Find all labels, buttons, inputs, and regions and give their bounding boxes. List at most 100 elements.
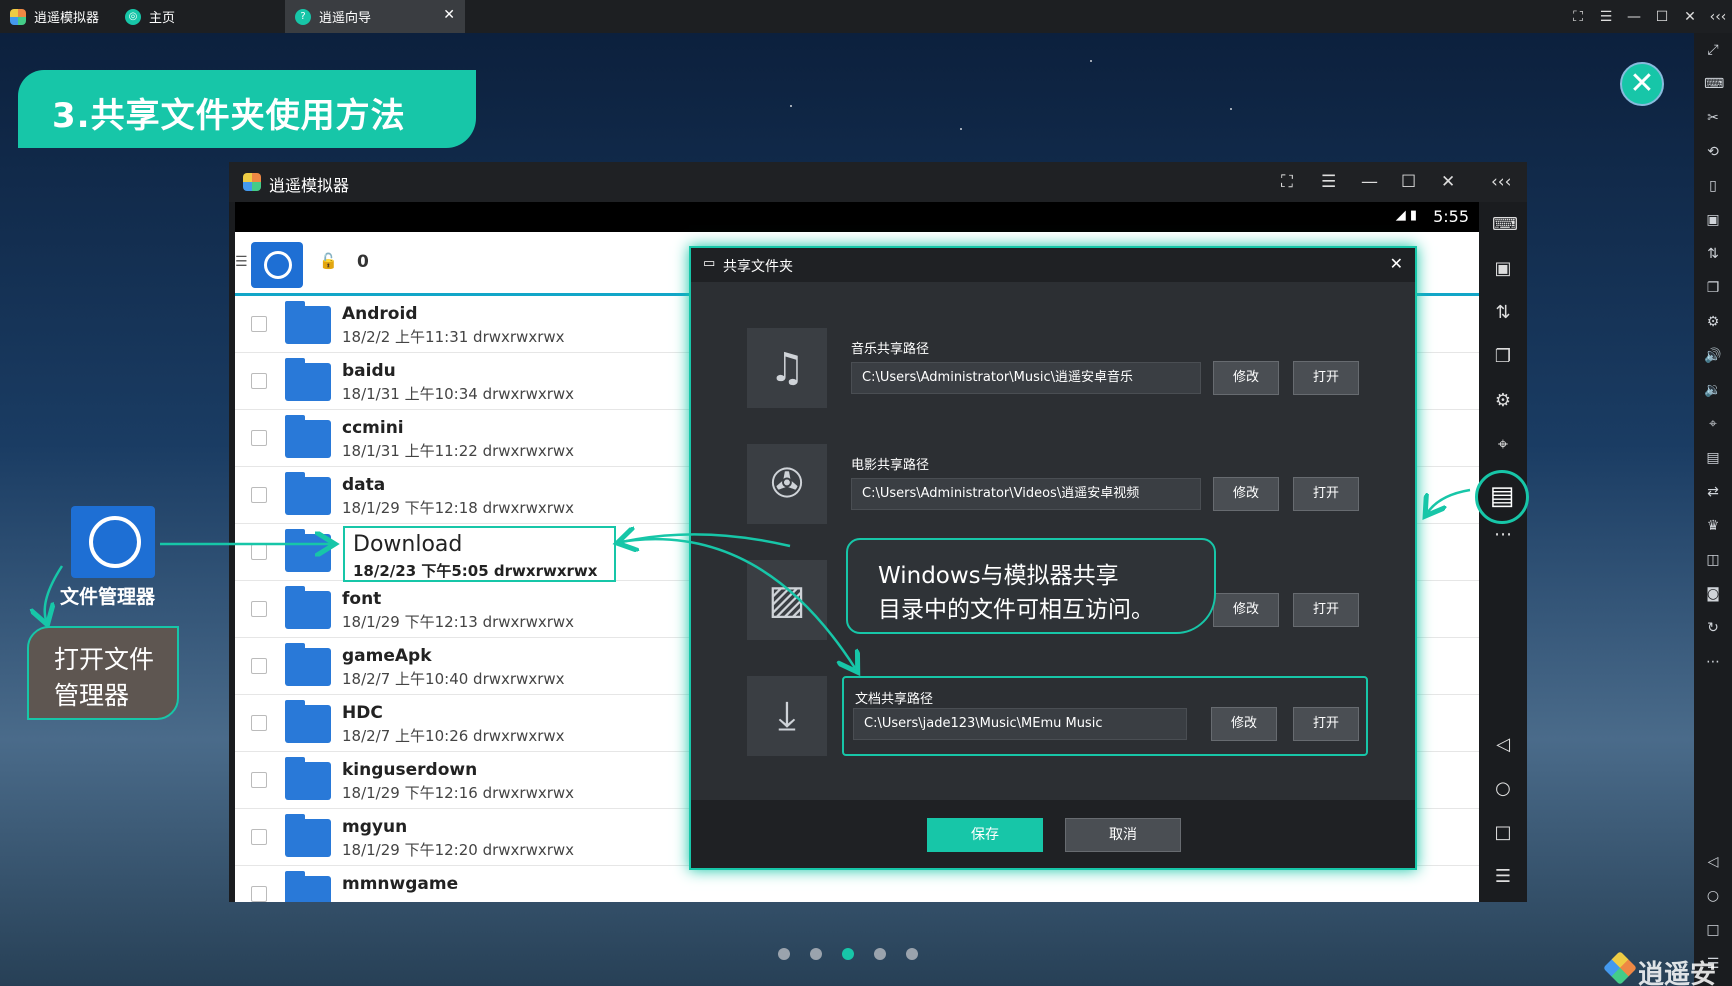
music-modify-button[interactable]: 修改	[1213, 361, 1279, 395]
minimize-icon[interactable]: —	[1620, 9, 1648, 25]
brand-text: 逍遥安	[1638, 960, 1717, 986]
music-path-field[interactable]: C:\Users\Administrator\Music\逍遥安卓音乐	[851, 362, 1201, 394]
more-icon[interactable]: ⋯	[1492, 524, 1514, 546]
folder-icon[interactable]: ▤	[1704, 449, 1722, 467]
location-icon[interactable]: ⌖	[1492, 434, 1514, 456]
home-nav-icon[interactable]: ○	[1492, 778, 1514, 800]
keyboard-icon[interactable]: ⌨	[1492, 214, 1518, 236]
doc-open-button[interactable]: 打开	[1293, 707, 1359, 741]
menu-icon[interactable]: ☰	[1592, 9, 1620, 25]
tab-memu[interactable]: 逍遥模拟器	[0, 0, 115, 33]
minimize-icon[interactable]: —	[1361, 172, 1378, 192]
emulator-side-toolbar: ⌨ ▣ ⇅ ❐ ⚙ ⌖ ⋯ ◁ ○ □ ☰	[1479, 202, 1527, 902]
settings-icon[interactable]: ⚙	[1704, 313, 1722, 331]
file-row[interactable]: mmnwgame	[235, 866, 1479, 902]
callout-line: Windows与模拟器共享	[878, 563, 1119, 589]
screen-record-icon[interactable]: ◙	[1704, 585, 1722, 603]
sync-icon[interactable]: ⇅	[1492, 302, 1514, 324]
doc-modify-button[interactable]: 修改	[1211, 707, 1277, 741]
checkbox[interactable]	[251, 886, 267, 902]
page-dot[interactable]	[810, 948, 822, 960]
android-status-bar: ◢ ▮ 5:55	[235, 202, 1479, 232]
tab-guide[interactable]: ? 逍遥向导 ✕	[285, 0, 465, 33]
multi-window-icon[interactable]: ❐	[1704, 279, 1722, 297]
checkbox[interactable]	[251, 829, 267, 845]
tab-home[interactable]: ◎ 主页	[115, 0, 285, 33]
operation-icon[interactable]: ♛	[1704, 517, 1722, 535]
close-icon[interactable]: ✕	[1390, 254, 1403, 273]
doc-path-field[interactable]: C:\Users\jade123\Music\MEmu Music	[853, 708, 1187, 740]
fullscreen-icon[interactable]: ⤢	[1704, 41, 1722, 59]
file-name: data	[342, 475, 386, 495]
collapse-icon[interactable]: ‹‹‹	[1704, 9, 1732, 25]
image-icon: ▨	[747, 560, 827, 640]
home-nav-icon[interactable]: ○	[1704, 887, 1722, 905]
film-icon: ✇	[747, 444, 827, 524]
maximize-icon[interactable]: ☐	[1648, 9, 1676, 25]
checkbox[interactable]	[251, 430, 267, 446]
save-button[interactable]: 保存	[927, 818, 1043, 852]
record-icon[interactable]: ◫	[1704, 551, 1722, 569]
cut-icon[interactable]: ✂	[1704, 109, 1722, 127]
drawer-icon[interactable]: ☰	[235, 254, 248, 270]
page-dot-active[interactable]	[842, 948, 854, 960]
sync-icon[interactable]: ⇅	[1704, 245, 1722, 263]
tip-line: 打开文件	[54, 645, 155, 674]
page-dot[interactable]	[778, 948, 790, 960]
volume-down-icon[interactable]: 🔉	[1704, 381, 1722, 399]
folder-icon	[285, 415, 331, 458]
page-dot[interactable]	[906, 948, 918, 960]
checkbox[interactable]	[251, 715, 267, 731]
menu-icon[interactable]: ☰	[1321, 172, 1336, 192]
folder-icon	[285, 871, 331, 902]
video-open-button[interactable]: 打开	[1293, 477, 1359, 511]
image-modify-button[interactable]: 修改	[1213, 593, 1279, 627]
checkbox[interactable]	[251, 316, 267, 332]
multi-window-icon[interactable]: ❐	[1492, 346, 1514, 368]
lock-icon[interactable]: 🔓	[319, 252, 338, 270]
list-icon[interactable]: ☰	[1492, 866, 1514, 888]
screenshot-icon[interactable]: ⛶	[1281, 172, 1293, 192]
shake-icon[interactable]: ▯	[1704, 177, 1722, 195]
refresh-icon[interactable]: ↻	[1704, 619, 1722, 637]
checkbox[interactable]	[251, 487, 267, 503]
recent-icon[interactable]: □	[1704, 921, 1722, 939]
apk-icon[interactable]: ▣	[1492, 258, 1514, 280]
collapse-icon[interactable]: ‹‹‹	[1491, 172, 1511, 192]
download-highlight[interactable]: Download 18/2/23 下午5:05 drwxrwxrwx	[343, 526, 616, 582]
close-tab-icon[interactable]: ✕	[443, 7, 455, 23]
swap-icon[interactable]: ⇄	[1704, 483, 1722, 501]
screenshot-icon[interactable]: ⛶	[1564, 9, 1592, 25]
cancel-button[interactable]: 取消	[1065, 818, 1181, 852]
volume-up-icon[interactable]: 🔊	[1704, 347, 1722, 365]
back-icon[interactable]: ◁	[1492, 734, 1514, 756]
checkbox[interactable]	[251, 658, 267, 674]
maximize-icon[interactable]: ☐	[1401, 172, 1416, 192]
location-icon[interactable]: ⌖	[1704, 415, 1722, 433]
callout-line: 目录中的文件可相互访问。	[878, 597, 1154, 623]
image-open-button[interactable]: 打开	[1293, 593, 1359, 627]
shared-folder-button[interactable]: ▤	[1475, 470, 1529, 524]
fm-home-button[interactable]	[251, 242, 303, 288]
recent-icon[interactable]: □	[1492, 822, 1514, 844]
checkbox[interactable]	[251, 544, 267, 560]
close-icon[interactable]: ✕	[1676, 9, 1704, 25]
folder-icon	[285, 757, 331, 800]
close-icon[interactable]: ✕	[1441, 172, 1455, 192]
settings-icon[interactable]: ⚙	[1492, 390, 1514, 412]
file-manager-app-icon[interactable]	[71, 506, 155, 578]
video-path-field[interactable]: C:\Users\Administrator\Videos\逍遥安卓视频	[851, 478, 1201, 510]
apk-icon[interactable]: ▣	[1704, 211, 1722, 229]
close-tutorial-button[interactable]: ✕	[1620, 62, 1664, 106]
file-name: mmnwgame	[342, 874, 459, 894]
checkbox[interactable]	[251, 373, 267, 389]
back-icon[interactable]: ◁	[1704, 853, 1722, 871]
video-modify-button[interactable]: 修改	[1213, 477, 1279, 511]
checkbox[interactable]	[251, 601, 267, 617]
rotate-icon[interactable]: ⟲	[1704, 143, 1722, 161]
music-open-button[interactable]: 打开	[1293, 361, 1359, 395]
checkbox[interactable]	[251, 772, 267, 788]
page-dot[interactable]	[874, 948, 886, 960]
more-icon[interactable]: ⋯	[1704, 653, 1722, 671]
keyboard-icon[interactable]: ⌨	[1704, 75, 1724, 93]
